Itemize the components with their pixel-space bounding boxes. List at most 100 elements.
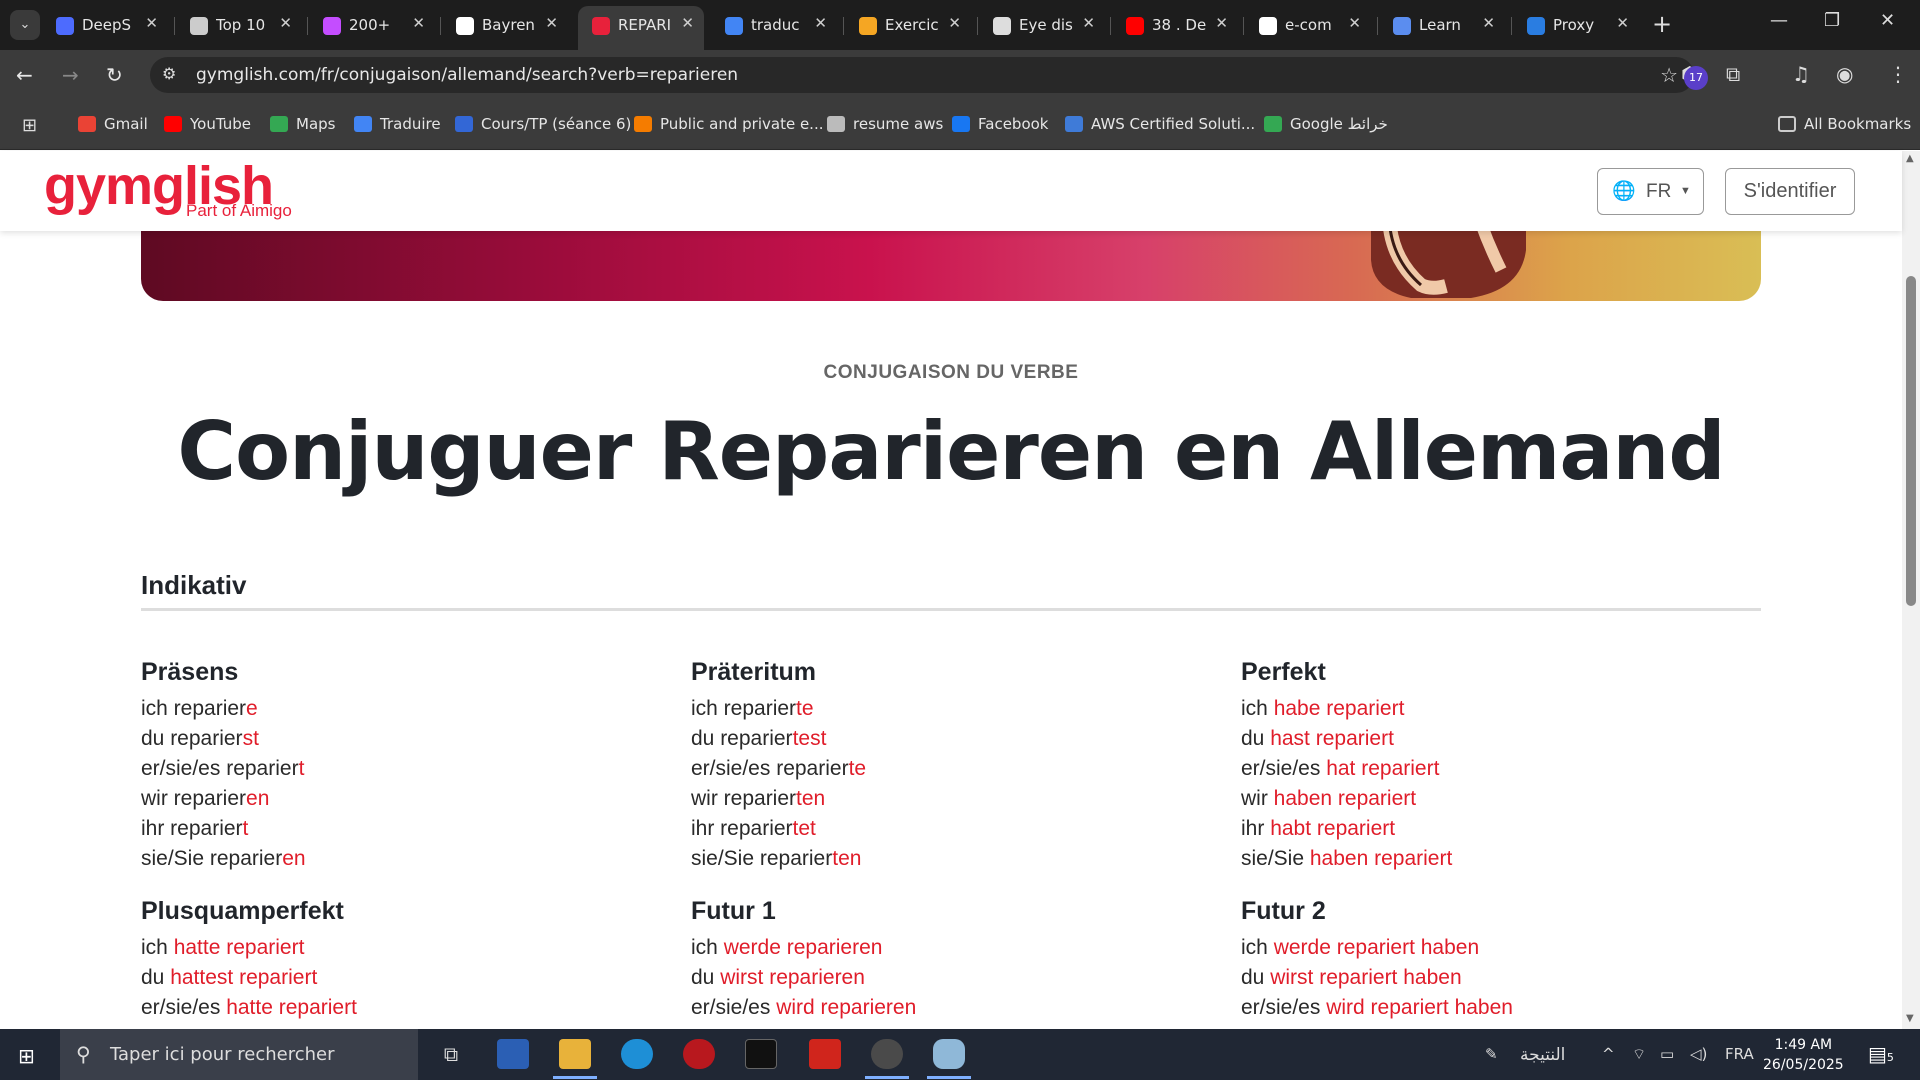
bookmark-star-icon[interactable]: ☆: [1660, 63, 1678, 87]
conjugation-row: ich werde reparieren: [691, 933, 1211, 963]
tab-favicon-icon: [1527, 17, 1545, 35]
globe-icon: 🌐: [1612, 181, 1636, 202]
browser-tab[interactable]: Exercic ✕: [845, 8, 971, 42]
language-selector[interactable]: 🌐 FR ▼: [1597, 168, 1704, 215]
tab-close-icon[interactable]: ✕: [681, 14, 694, 32]
windows-start-icon[interactable]: ⊞: [18, 1044, 35, 1068]
notification-center-icon[interactable]: ▤5: [1868, 1042, 1894, 1066]
bookmark-item[interactable]: AWS Certified Soluti...: [1065, 115, 1255, 133]
conjugation-stem: sie/Sie: [1241, 847, 1310, 870]
page-scrollbar[interactable]: ▲ ▼: [1902, 151, 1920, 1029]
all-bookmarks-button[interactable]: All Bookmarks: [1778, 115, 1911, 133]
conjugation-stem: wir: [1241, 787, 1274, 810]
login-button[interactable]: S'identifier: [1725, 168, 1855, 215]
file-explorer-icon[interactable]: [559, 1039, 591, 1069]
system-clock[interactable]: 1:49 AM 26/05/2025: [1763, 1035, 1844, 1075]
tab-close-icon[interactable]: ✕: [1616, 14, 1629, 32]
conjugation-row: du hast repariert: [1241, 724, 1761, 754]
reload-button[interactable]: ↻: [106, 63, 123, 87]
address-bar[interactable]: ⚙ gymglish.com/fr/conjugaison/allemand/s…: [150, 57, 1694, 93]
task-view-icon[interactable]: ⧉: [435, 1039, 467, 1069]
browser-tab[interactable]: Bayren ✕: [442, 8, 568, 42]
profile-avatar[interactable]: ◉: [1836, 62, 1853, 86]
tab-search-chevron-icon[interactable]: ⌄: [10, 10, 40, 40]
minimize-button[interactable]: —: [1770, 10, 1788, 31]
conjugation-row: du repariertest: [691, 724, 1211, 754]
tray-app-icon[interactable]: ✎: [1485, 1045, 1498, 1063]
acrobat-app-icon[interactable]: [809, 1039, 841, 1069]
tense-heading: Futur 2: [1241, 897, 1326, 925]
tab-close-icon[interactable]: ✕: [412, 14, 425, 32]
close-window-button[interactable]: ✕: [1880, 10, 1895, 31]
terminal-app-icon[interactable]: [745, 1039, 777, 1069]
tab-close-icon[interactable]: ✕: [948, 14, 961, 32]
wifi-icon[interactable]: ⌔: [1632, 1045, 1646, 1064]
input-language[interactable]: FRA: [1725, 1045, 1754, 1063]
snipping-tool-icon[interactable]: [933, 1039, 965, 1069]
browser-tab[interactable]: Proxy ✕: [1513, 8, 1639, 42]
tab-close-icon[interactable]: ✕: [1215, 14, 1228, 32]
word-app-icon[interactable]: [497, 1039, 529, 1069]
scrollbar-thumb[interactable]: [1906, 276, 1916, 606]
browser-tab[interactable]: Eye dis ✕: [979, 8, 1105, 42]
tray-chevron-icon[interactable]: ^: [1602, 1045, 1615, 1063]
chrome-menu-icon[interactable]: ⋮: [1888, 62, 1908, 86]
classroom-icon: [455, 116, 473, 132]
tab-close-icon[interactable]: ✕: [814, 14, 827, 32]
volume-icon[interactable]: ◁): [1690, 1045, 1707, 1063]
tab-favicon-icon: [993, 17, 1011, 35]
bookmark-item[interactable]: Public and private e...: [634, 115, 823, 133]
bookmark-item[interactable]: Gmail: [78, 115, 148, 133]
taskbar-search[interactable]: ⚲ Taper ici pour rechercher: [60, 1029, 418, 1080]
tab-close-icon[interactable]: ✕: [1348, 14, 1361, 32]
bookmark-item[interactable]: resume aws: [827, 115, 943, 133]
tense-block: Präsens ich repariere du reparierst er/sie/…: [141, 654, 661, 874]
forward-button[interactable]: →: [62, 63, 79, 87]
app-icon[interactable]: [683, 1039, 715, 1069]
conjugation-row: er/sie/es hat repariert: [1241, 754, 1761, 784]
browser-tab[interactable]: Top 10 ✕: [176, 8, 302, 42]
bookmark-item[interactable]: Cours/TP (séance 6): [455, 115, 631, 133]
browser-tab[interactable]: 200+ ✕: [309, 8, 435, 42]
conjugation-row: ihr repariert: [141, 814, 661, 844]
extensions-puzzle-icon[interactable]: ⧉: [1726, 62, 1740, 86]
bookmark-item[interactable]: Facebook: [952, 115, 1048, 133]
url-text[interactable]: gymglish.com/fr/conjugaison/allemand/sea…: [196, 65, 738, 85]
bookmark-item[interactable]: YouTube: [164, 115, 251, 133]
scroll-up-icon[interactable]: ▲: [1906, 153, 1914, 164]
browser-tab[interactable]: DeepS ✕: [42, 8, 168, 42]
apps-grid-icon[interactable]: ⊞: [22, 115, 37, 136]
conjugation-stem: ich: [1241, 936, 1274, 959]
browser-tab[interactable]: 38 . De ✕: [1112, 8, 1238, 42]
new-tab-button[interactable]: +: [1652, 10, 1672, 38]
tab-close-icon[interactable]: ✕: [1082, 14, 1095, 32]
browser-tab[interactable]: Learn ✕: [1379, 8, 1505, 42]
tab-close-icon[interactable]: ✕: [279, 14, 292, 32]
bookmark-item[interactable]: Maps: [270, 115, 335, 133]
tray-label[interactable]: النتيجة: [1520, 1045, 1565, 1065]
tab-close-icon[interactable]: ✕: [1482, 14, 1495, 32]
tab-close-icon[interactable]: ✕: [545, 14, 558, 32]
bookmark-item[interactable]: Traduire: [354, 115, 441, 133]
bookmark-label: YouTube: [190, 115, 251, 133]
tense-block: Futur 1 ich werde reparieren du wirst repa…: [691, 893, 1211, 1023]
media-control-icon[interactable]: ♫: [1792, 62, 1810, 86]
back-button[interactable]: ←: [16, 63, 33, 87]
browser-tab[interactable]: e-com ✕: [1245, 8, 1371, 42]
browser-tab[interactable]: REPARI ✕: [578, 6, 704, 50]
bookmark-label: Google خرائط: [1290, 115, 1388, 133]
edge-app-icon[interactable]: [621, 1039, 653, 1069]
bookmark-label: Public and private e...: [660, 115, 824, 133]
battery-icon[interactable]: ▭: [1660, 1045, 1674, 1063]
conjugation-row: ich repariere: [141, 694, 661, 724]
bookmark-item[interactable]: Google خرائط: [1264, 115, 1388, 133]
browser-tab[interactable]: traduc ✕: [711, 8, 837, 42]
scroll-down-icon[interactable]: ▼: [1906, 1013, 1914, 1024]
conjugation-ending: st: [242, 727, 259, 750]
chrome-app-icon[interactable]: [871, 1039, 903, 1069]
tab-close-icon[interactable]: ✕: [145, 14, 158, 32]
conjugation-stem: ich reparier: [141, 697, 247, 720]
restore-button[interactable]: ❐: [1824, 10, 1840, 31]
site-info-icon[interactable]: ⚙: [162, 64, 176, 83]
conjugation-stem: du reparier: [691, 727, 793, 750]
